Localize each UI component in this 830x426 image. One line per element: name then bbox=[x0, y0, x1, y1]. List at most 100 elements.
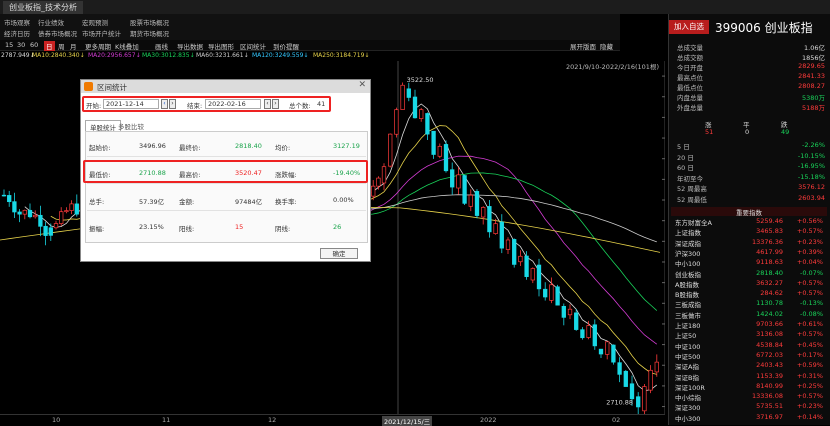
index-row[interactable]: 中证500 6772.03 +0.17% bbox=[671, 351, 827, 361]
index-price: 1424.02 bbox=[756, 309, 783, 318]
index-name: 深证100R bbox=[675, 383, 705, 392]
candle-body bbox=[642, 386, 647, 412]
period-week[interactable]: 周 bbox=[58, 41, 65, 51]
kline-overlay-button[interactable]: K线叠加 bbox=[115, 41, 139, 51]
divider bbox=[87, 156, 366, 157]
candle-body bbox=[376, 177, 381, 187]
index-row[interactable]: 中证100 4538.84 +0.45% bbox=[671, 341, 827, 351]
index-name: 中证500 bbox=[675, 352, 701, 361]
index-name: 上证指数 bbox=[675, 229, 701, 238]
candle-body bbox=[580, 329, 585, 339]
period-60[interactable]: 60 bbox=[30, 41, 38, 49]
period-30[interactable]: 30 bbox=[17, 41, 25, 49]
index-change: +0.57% bbox=[796, 278, 823, 287]
stat-value: 0.00% bbox=[333, 196, 354, 204]
index-name: 深证A指 bbox=[675, 363, 699, 372]
stat-value: 1.06亿 bbox=[804, 44, 825, 52]
candle-body bbox=[27, 209, 33, 218]
period-day[interactable]: 日 bbox=[44, 41, 55, 51]
interval-stats-button[interactable]: 区间统计 bbox=[240, 41, 266, 51]
candle-body bbox=[505, 239, 511, 250]
index-price: 2818.40 bbox=[756, 268, 783, 277]
perf-value: 2603.94 bbox=[798, 193, 825, 202]
draw-line-button[interactable]: 画线 bbox=[155, 41, 168, 51]
index-price: 6772.03 bbox=[756, 350, 783, 359]
index-row[interactable]: 三板成指 1130.78 -0.13% bbox=[671, 299, 827, 309]
expand-layout-button[interactable]: 展开版面 bbox=[570, 41, 596, 51]
index-row[interactable]: 中小300 3716.97 +0.14% bbox=[671, 413, 827, 423]
menu-item[interactable]: 行业绩效 bbox=[38, 17, 64, 27]
period-15[interactable]: 15 bbox=[5, 41, 13, 49]
index-row[interactable]: 沪深300 4617.99 +0.39% bbox=[671, 248, 827, 258]
stat-row: 今日开盘 2829.65 bbox=[677, 62, 825, 72]
period-month[interactable]: 月 bbox=[70, 41, 77, 51]
index-price: 2403.43 bbox=[756, 361, 783, 370]
index-row[interactable]: 中小100 9118.63 +0.04% bbox=[671, 258, 827, 268]
index-name: 深证B指 bbox=[675, 373, 699, 382]
stat-row: 最低点位 2808.27 bbox=[677, 82, 825, 92]
index-row[interactable]: 三板做市 1424.02 -0.08% bbox=[671, 310, 827, 320]
candle-body bbox=[431, 130, 436, 155]
index-name: 中证100 bbox=[675, 342, 701, 351]
index-row[interactable]: A股指数 3632.27 +0.57% bbox=[671, 279, 827, 289]
candle-body bbox=[74, 203, 79, 215]
index-price: 13376.36 bbox=[751, 237, 783, 246]
candle-body bbox=[412, 96, 418, 119]
ma-legend-item: MA120:3249.559↓ bbox=[252, 52, 309, 59]
index-row[interactable]: 上证50 3136.08 +0.57% bbox=[671, 330, 827, 340]
add-favorite-button[interactable]: 加入自选 bbox=[669, 20, 709, 34]
candle-body bbox=[629, 383, 635, 400]
index-row[interactable]: 上证指数 3465.83 +0.57% bbox=[671, 227, 827, 237]
index-row[interactable]: 中小综指 13336.08 +0.57% bbox=[671, 392, 827, 402]
updown-values: 51 0 49 bbox=[705, 128, 790, 136]
index-price: 9118.63 bbox=[756, 258, 783, 267]
menu-item[interactable]: 股票市场概况 bbox=[130, 17, 169, 27]
candle-body bbox=[53, 223, 59, 229]
candle-body bbox=[450, 169, 455, 188]
candle-body bbox=[524, 255, 529, 277]
menu-item[interactable]: 市场观察 bbox=[4, 17, 30, 27]
stat-label: 今日开盘 bbox=[677, 64, 703, 72]
menu-item[interactable]: 宏观预测 bbox=[82, 17, 108, 27]
menu-item[interactable]: 期货市场概况 bbox=[130, 28, 169, 38]
index-row[interactable]: 创业板指 2818.40 -0.07% bbox=[671, 269, 827, 279]
stat-value: 1856亿 bbox=[801, 54, 825, 62]
candle-body bbox=[487, 206, 492, 233]
index-row[interactable]: 深证A指 2403.43 +0.59% bbox=[671, 361, 827, 371]
close-icon[interactable]: ✕ bbox=[358, 80, 366, 90]
ma-legend: 2787.949↓ MA10:2840.340↓ MA20:2956.657↓ … bbox=[0, 51, 620, 61]
menu-item[interactable]: 经济日历 bbox=[4, 28, 30, 38]
price-alert-button[interactable]: 到价提醒 bbox=[273, 41, 299, 51]
index-row[interactable]: 深证300 5735.51 +0.23% bbox=[671, 402, 827, 412]
stat-key: 均价: bbox=[275, 144, 291, 152]
hide-button[interactable]: 隐藏 bbox=[600, 41, 613, 51]
perf-label: 52 周最高 bbox=[677, 185, 707, 193]
candle-body bbox=[493, 223, 498, 235]
index-row[interactable]: 深证B指 1153.39 +0.31% bbox=[671, 372, 827, 382]
index-change: -0.08% bbox=[800, 309, 823, 318]
candle-body bbox=[530, 268, 535, 281]
index-row[interactable]: 深证成指 13376.36 +0.23% bbox=[671, 238, 827, 248]
index-row[interactable]: 深证100R 8140.99 +0.25% bbox=[671, 382, 827, 392]
candle-body bbox=[48, 227, 53, 236]
index-list-header: 重要指数 bbox=[671, 207, 827, 217]
candle-body bbox=[586, 325, 591, 338]
index-row[interactable]: 东方财富全A 5259.46 +0.56% bbox=[671, 217, 827, 227]
candle-body bbox=[462, 175, 467, 204]
export-data-button[interactable]: 导出数据 bbox=[177, 41, 203, 51]
stock-code: 399006 bbox=[715, 21, 761, 35]
stat-label: 最低点位 bbox=[677, 84, 703, 92]
export-graph-button[interactable]: 导出图形 bbox=[208, 41, 234, 51]
perf-label: 年初至今 bbox=[677, 174, 703, 183]
index-row[interactable]: 上证180 9703.66 +0.61% bbox=[671, 320, 827, 330]
candle-body bbox=[406, 88, 411, 98]
ok-button[interactable]: 确定 bbox=[320, 248, 358, 259]
menu-item[interactable]: 债券市场概况 bbox=[38, 28, 77, 38]
menu-item[interactable]: 市场开户统计 bbox=[82, 28, 121, 38]
candle-body bbox=[394, 109, 399, 135]
index-price: 3136.08 bbox=[756, 330, 783, 339]
more-periods-button[interactable]: 更多周期 bbox=[85, 41, 111, 51]
candle-body bbox=[474, 191, 480, 216]
index-row[interactable]: B股指数 284.62 +0.57% bbox=[671, 289, 827, 299]
window-tab[interactable]: 创业板指_技术分析 bbox=[3, 1, 83, 14]
